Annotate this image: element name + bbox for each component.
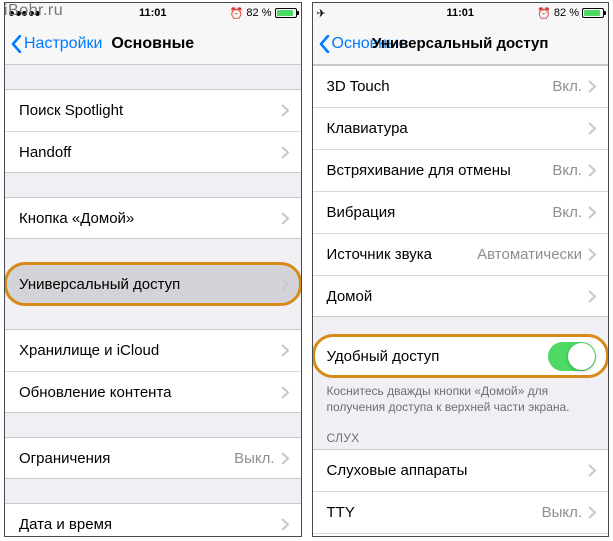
chevron-right-icon [588,464,596,477]
back-label: Основные [332,35,408,53]
chevron-right-icon [588,122,596,135]
row-storage-icloud[interactable]: Хранилище и iCloud [5,329,301,371]
row-spotlight[interactable]: Поиск Spotlight [5,89,301,131]
chevron-right-icon [281,452,289,465]
row-label: Универсальный доступ [19,276,281,293]
chevron-right-icon [281,344,289,357]
row-label: Дата и время [19,516,281,533]
watermark-text: iBobr.ru [4,2,63,20]
chevron-right-icon [588,248,596,261]
chevron-right-icon [281,386,289,399]
chevron-right-icon [588,290,596,303]
chevron-right-icon [588,206,596,219]
row-value: Вкл. [552,78,582,95]
row-label: Встряхивание для отмены [327,162,553,179]
navigation-bar: Настройки Основные [5,23,301,65]
phone-left: 11:01 ⏰ 82 % Настройки Основные Поиск Sp… [4,2,302,537]
row-label: Хранилище и iCloud [19,342,281,359]
row-home-button[interactable]: Кнопка «Домой» [5,197,301,239]
settings-list[interactable]: Поиск Spotlight Handoff Кнопка «Домой» У… [5,65,301,536]
row-hearing-aids[interactable]: Слуховые аппараты [313,449,609,491]
row-accessibility[interactable]: Универсальный доступ [5,263,301,305]
row-handoff[interactable]: Handoff [5,131,301,173]
accessibility-list[interactable]: 3D Touch Вкл. Клавиатура Встряхивание дл… [313,65,609,536]
row-value: Выкл. [542,504,582,521]
chevron-right-icon [281,278,289,291]
back-button[interactable]: Настройки [11,35,102,53]
chevron-left-icon [11,35,22,53]
chevron-left-icon [319,35,330,53]
row-label: Слуховые аппараты [327,462,589,479]
navigation-bar: Основные Универсальный доступ [313,23,609,65]
status-bar: ✈ 11:01 ⏰ 82 % [313,3,609,23]
chevron-right-icon [588,506,596,519]
row-tty[interactable]: TTY Выкл. [313,491,609,533]
row-shake-undo[interactable]: Встряхивание для отмены Вкл. [313,149,609,191]
row-label: Источник звука [327,246,478,263]
row-label: 3D Touch [327,78,553,95]
row-sound-source[interactable]: Источник звука Автоматически [313,233,609,275]
back-label: Настройки [24,35,102,53]
row-label: Вибрация [327,204,553,221]
row-reachability[interactable]: Удобный доступ [313,335,609,377]
battery-icon [582,8,604,18]
chevron-right-icon [588,164,596,177]
row-home[interactable]: Домой [313,275,609,317]
reachability-toggle[interactable] [548,342,596,371]
reachability-footer: Коснитесь дважды кнопки «Домой» для полу… [313,377,609,417]
row-label: Кнопка «Домой» [19,210,281,227]
row-value: Автоматически [477,246,582,263]
row-label: Обновление контента [19,384,281,401]
row-restrictions[interactable]: Ограничения Выкл. [5,437,301,479]
row-label: Поиск Spotlight [19,102,281,119]
row-value: Вкл. [552,204,582,221]
row-date-time[interactable]: Дата и время [5,503,301,536]
row-vibration[interactable]: Вибрация Вкл. [313,191,609,233]
phone-right: ✈ 11:01 ⏰ 82 % Основные Универсальный до… [312,2,610,537]
row-keyboard[interactable]: Клавиатура [313,107,609,149]
row-label: Клавиатура [327,120,589,137]
chevron-right-icon [281,212,289,225]
chevron-right-icon [281,146,289,159]
row-value: Вкл. [552,162,582,179]
chevron-right-icon [281,518,289,531]
row-label: Ограничения [19,450,234,467]
back-button[interactable]: Основные [319,35,408,53]
row-background-refresh[interactable]: Обновление контента [5,371,301,413]
row-3d-touch[interactable]: 3D Touch Вкл. [313,65,609,107]
chevron-right-icon [588,80,596,93]
row-label: Удобный доступ [327,348,549,365]
row-value: Выкл. [234,450,274,467]
section-header-hearing: слух [313,417,609,449]
row-label: Домой [327,288,589,305]
status-time: 11:01 [313,7,609,19]
row-flash-alerts[interactable]: Вспышка предупреждений [313,533,609,536]
chevron-right-icon [281,104,289,117]
battery-icon [275,8,297,18]
row-label: TTY [327,504,542,521]
row-label: Handoff [19,144,281,161]
